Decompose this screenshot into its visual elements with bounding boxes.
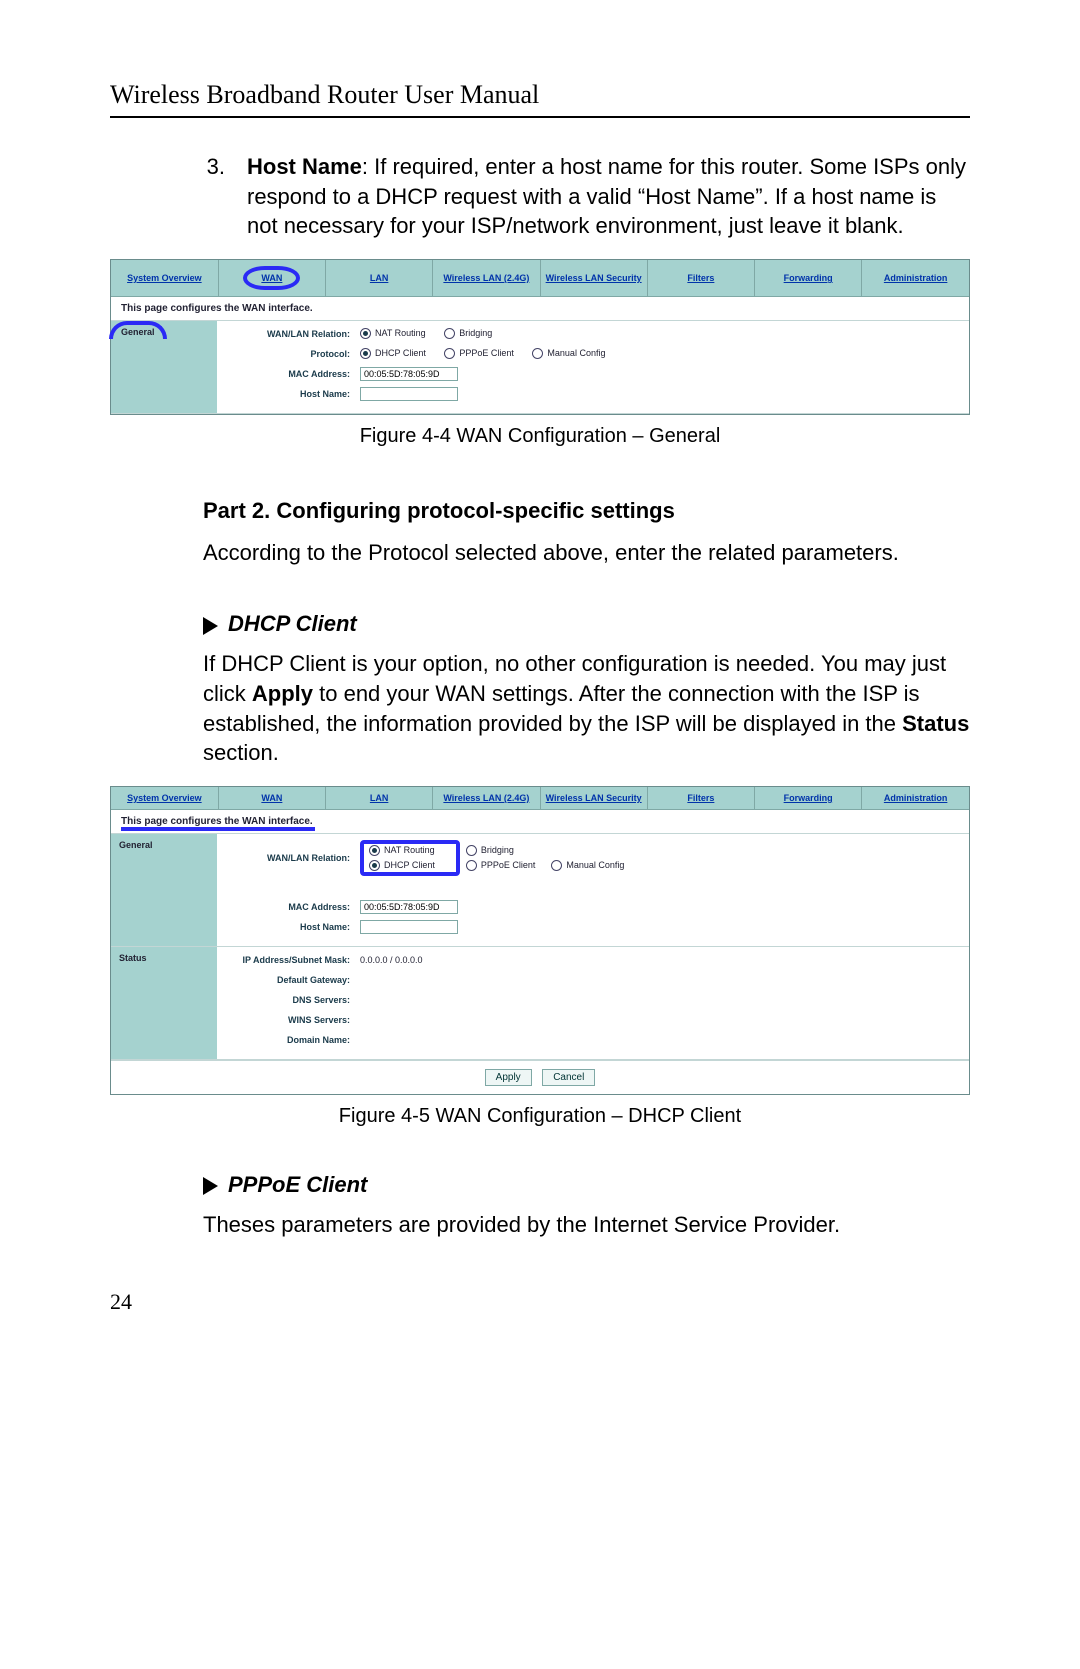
apply-button[interactable]: Apply — [485, 1069, 532, 1086]
radio-nat-routing[interactable]: NAT Routing — [360, 328, 426, 339]
tab-system-overview[interactable]: System Overview — [111, 260, 218, 297]
tab-wan[interactable]: WAN — [218, 787, 325, 810]
tab-administration[interactable]: Administration — [862, 260, 969, 297]
row-host-name: Host Name: — [225, 387, 961, 401]
highlight-box: NAT Routing DHCP Client — [360, 840, 460, 876]
row-host-name: Host Name: — [225, 920, 961, 934]
cancel-button[interactable]: Cancel — [542, 1069, 595, 1086]
button-row: Apply Cancel — [111, 1060, 969, 1094]
panel-description: This page configures the WAN interface. — [111, 297, 969, 321]
pppoe-body: Theses parameters are provided by the In… — [203, 1210, 970, 1240]
host-name-label: Host Name — [247, 154, 362, 179]
triangle-icon — [203, 1177, 218, 1195]
radio-bridging[interactable]: Bridging — [444, 328, 492, 339]
router-panel-general: System Overview WAN LAN Wireless LAN (2.… — [110, 259, 970, 415]
figure-4-5-caption: Figure 4-5 WAN Configuration – DHCP Clie… — [110, 1105, 970, 1128]
tab-lan[interactable]: LAN — [326, 260, 433, 297]
host-name-input[interactable] — [360, 387, 458, 401]
section-label-general: General — [111, 834, 217, 946]
title-rule — [110, 116, 970, 118]
dhcp-heading: DHCP Client — [203, 609, 970, 639]
row-protocol-label-only: Protocol: — [225, 880, 961, 894]
mac-address-input[interactable] — [360, 367, 458, 381]
tab-wireless-security[interactable]: Wireless LAN Security — [540, 260, 647, 297]
row-domain-name: Domain Name: — [225, 1033, 961, 1047]
triangle-icon — [203, 617, 218, 635]
section-general: General WAN/LAN Relation: NAT Routing DH… — [111, 834, 969, 947]
radio-pppoe-client[interactable]: PPPoE Client — [466, 860, 536, 871]
row-wan-lan-relation: WAN/LAN Relation: NAT Routing Bridging — [225, 327, 961, 341]
tab-wireless-24g[interactable]: Wireless LAN (2.4G) — [433, 787, 540, 810]
part2-body: According to the Protocol selected above… — [203, 538, 970, 568]
radio-bridging[interactable]: Bridging — [466, 845, 514, 856]
radio-nat-routing[interactable]: NAT Routing — [369, 845, 435, 856]
list-item-3: 3. Host Name: If required, enter a host … — [203, 152, 970, 241]
tab-system-overview[interactable]: System Overview — [111, 787, 218, 810]
section-label-status: Status — [111, 947, 217, 1059]
row-wan-lan-relation: WAN/LAN Relation: NAT Routing DHCP Clien… — [225, 840, 961, 876]
dhcp-body: If DHCP Client is your option, no other … — [203, 649, 970, 768]
tab-bar: System Overview WAN LAN Wireless LAN (2.… — [111, 260, 969, 297]
tab-bar: System Overview WAN LAN Wireless LAN (2.… — [111, 787, 969, 810]
tab-wireless-24g[interactable]: Wireless LAN (2.4G) — [433, 260, 540, 297]
tab-forwarding[interactable]: Forwarding — [755, 260, 862, 297]
tab-wireless-security[interactable]: Wireless LAN Security — [540, 787, 647, 810]
row-dns-servers: DNS Servers: — [225, 993, 961, 1007]
row-protocol: Protocol: DHCP Client PPPoE Client Manua… — [225, 347, 961, 361]
router-panel-dhcp: System Overview WAN LAN Wireless LAN (2.… — [110, 786, 970, 1095]
host-name-input[interactable] — [360, 920, 458, 934]
radio-dhcp-client[interactable]: DHCP Client — [360, 348, 426, 359]
row-mac-address: MAC Address: — [225, 900, 961, 914]
radio-pppoe-client[interactable]: PPPoE Client — [444, 348, 514, 359]
doc-title: Wireless Broadband Router User Manual — [110, 80, 970, 110]
page-number: 24 — [110, 1289, 970, 1315]
tab-filters[interactable]: Filters — [647, 787, 754, 810]
figure-4-4: System Overview WAN LAN Wireless LAN (2.… — [110, 259, 970, 448]
section-label-general: General — [111, 321, 217, 413]
panel-description: This page configures the WAN interface. — [111, 810, 969, 834]
list-body: Host Name: If required, enter a host nam… — [247, 152, 970, 241]
row-wins-servers: WINS Servers: — [225, 1013, 961, 1027]
section-status: Status IP Address/Subnet Mask:0.0.0.0 / … — [111, 947, 969, 1060]
tab-administration[interactable]: Administration — [862, 787, 969, 810]
figure-4-5: System Overview WAN LAN Wireless LAN (2.… — [110, 786, 970, 1128]
mac-address-input[interactable] — [360, 900, 458, 914]
tab-forwarding[interactable]: Forwarding — [755, 787, 862, 810]
section-general: General WAN/LAN Relation: NAT Routing Br… — [111, 321, 969, 414]
row-ip-mask: IP Address/Subnet Mask:0.0.0.0 / 0.0.0.0 — [225, 953, 961, 967]
tab-wan[interactable]: WAN — [218, 260, 325, 297]
pppoe-heading: PPPoE Client — [203, 1170, 970, 1200]
radio-manual-config[interactable]: Manual Config — [532, 348, 605, 359]
row-mac-address: MAC Address: — [225, 367, 961, 381]
tab-filters[interactable]: Filters — [647, 260, 754, 297]
figure-4-4-caption: Figure 4-4 WAN Configuration – General — [110, 425, 970, 448]
list-number: 3. — [203, 152, 225, 241]
radio-manual-config[interactable]: Manual Config — [551, 860, 624, 871]
row-default-gateway: Default Gateway: — [225, 973, 961, 987]
radio-dhcp-client[interactable]: DHCP Client — [369, 860, 435, 871]
tab-lan[interactable]: LAN — [326, 787, 433, 810]
part2-heading: Part 2. Configuring protocol-specific se… — [203, 496, 970, 526]
